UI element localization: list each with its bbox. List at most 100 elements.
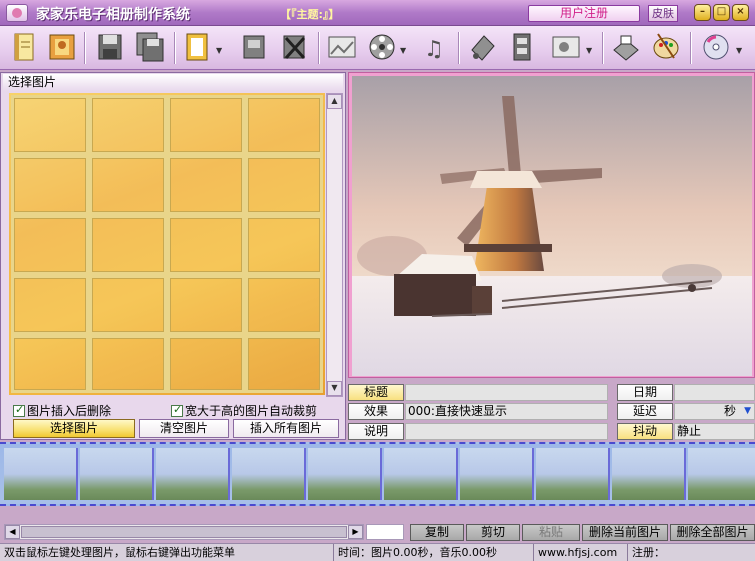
scroll-up-icon[interactable]: ▲: [327, 94, 342, 109]
scroll-left-icon[interactable]: ◀: [5, 525, 20, 539]
select-images-button[interactable]: 选择图片: [13, 419, 135, 438]
edit-image-icon[interactable]: [326, 30, 358, 64]
notebook-icon[interactable]: [8, 30, 40, 64]
title-label[interactable]: 标题: [348, 384, 404, 401]
effect-field[interactable]: 000:直接快速显示: [405, 403, 608, 420]
film-frame[interactable]: [4, 448, 78, 500]
delay-label[interactable]: 延迟: [617, 403, 673, 420]
film-dropdown-icon[interactable]: ▼: [400, 46, 406, 55]
film-frame[interactable]: [612, 448, 686, 500]
filmstrip-horizontal-scrollbar[interactable]: ◀ ▶: [4, 524, 364, 540]
stamp-icon[interactable]: [466, 30, 498, 64]
frame-dropdown-icon[interactable]: ▼: [216, 46, 222, 55]
frame-icon[interactable]: [182, 30, 214, 64]
register-button[interactable]: 用户注册: [528, 5, 640, 22]
clear-images-button[interactable]: 清空图片: [139, 419, 229, 438]
checkbox-checked-icon[interactable]: [171, 403, 183, 417]
insert-all-images-button[interactable]: 插入所有图片: [233, 419, 339, 438]
music-notes-icon[interactable]: ♫: [420, 30, 452, 64]
image-slot[interactable]: [167, 335, 245, 393]
shake-field[interactable]: 静止: [674, 423, 755, 440]
toolbar-separator: [174, 32, 176, 64]
app-logo-icon[interactable]: [6, 4, 28, 22]
image-slot[interactable]: [89, 215, 167, 275]
scrollbar-thumb[interactable]: [21, 526, 347, 538]
image-slot[interactable]: [245, 275, 323, 335]
auto-crop-checkbox[interactable]: 宽大于高的图片自动裁剪: [171, 402, 317, 418]
paste-button[interactable]: 粘贴: [522, 524, 580, 541]
save-icon[interactable]: [94, 30, 126, 64]
image-grid[interactable]: [9, 93, 325, 395]
svg-text:♫: ♫: [424, 37, 444, 62]
cut-button[interactable]: 剪切: [466, 524, 520, 541]
effect-label[interactable]: 效果: [348, 403, 404, 420]
filmstrip[interactable]: [0, 442, 755, 506]
status-website: www.hfjsj.com: [534, 544, 628, 561]
image-slot[interactable]: [11, 155, 89, 215]
description-label[interactable]: 说明: [348, 423, 404, 440]
copy-button[interactable]: 复制: [410, 524, 464, 541]
save-as-icon[interactable]: [134, 30, 166, 64]
delay-dropdown-icon[interactable]: ▼: [744, 404, 751, 419]
delay-unit: 秒: [723, 404, 736, 418]
delete-current-image-button[interactable]: 删除当前图片: [582, 524, 668, 541]
disk-add-icon[interactable]: [238, 30, 270, 64]
film-frame[interactable]: [80, 448, 154, 500]
checkbox-checked-icon[interactable]: [13, 403, 25, 417]
image-slot[interactable]: [89, 275, 167, 335]
film-frame[interactable]: [460, 448, 534, 500]
image-slot[interactable]: [89, 95, 167, 155]
position-box: [366, 524, 404, 540]
image-slot[interactable]: [167, 155, 245, 215]
paint-palette-icon[interactable]: [650, 30, 682, 64]
date-label[interactable]: 日期: [617, 384, 673, 401]
film-reel-icon[interactable]: [366, 30, 398, 64]
film-settings-icon[interactable]: [506, 30, 538, 64]
date-field[interactable]: [674, 384, 755, 401]
scroll-right-icon[interactable]: ▶: [348, 525, 363, 539]
image-slot[interactable]: [167, 275, 245, 335]
image-slot[interactable]: [11, 335, 89, 393]
preview-frame: [348, 72, 755, 378]
toolbar-separator: [690, 32, 692, 64]
image-slot[interactable]: [245, 95, 323, 155]
image-slot[interactable]: [11, 95, 89, 155]
image-slot[interactable]: [89, 335, 167, 393]
image-slot[interactable]: [245, 155, 323, 215]
film-frame[interactable]: [232, 448, 306, 500]
cd-dropdown-icon[interactable]: ▼: [736, 46, 742, 55]
minimize-icon[interactable]: –: [694, 4, 711, 21]
printer-icon[interactable]: [610, 30, 642, 64]
toolbar-separator: [602, 32, 604, 64]
scroll-down-icon[interactable]: ▼: [327, 381, 342, 396]
delay-field[interactable]: 秒 ▼: [674, 403, 755, 420]
close-icon[interactable]: ×: [732, 4, 749, 21]
disk-delete-icon[interactable]: [278, 30, 310, 64]
select-images-panel: 选择图片 ▲ ▼ 图片插入后删除 宽大于高的图片自动裁剪 选择图片 清空图片 插…: [0, 72, 346, 440]
description-field[interactable]: [405, 423, 608, 440]
photo-album-icon[interactable]: [46, 30, 78, 64]
film-frame[interactable]: [688, 448, 755, 500]
image-slot[interactable]: [89, 155, 167, 215]
image-slot[interactable]: [167, 215, 245, 275]
image-slot[interactable]: [11, 275, 89, 335]
delete-after-insert-checkbox[interactable]: 图片插入后删除: [13, 402, 111, 418]
grid-vertical-scrollbar[interactable]: ▲ ▼: [326, 93, 343, 397]
preview-image[interactable]: [352, 76, 752, 376]
title-field[interactable]: [405, 384, 608, 401]
image-slot[interactable]: [11, 215, 89, 275]
cd-burn-icon[interactable]: [700, 30, 732, 64]
film-frame[interactable]: [308, 448, 382, 500]
film-frame[interactable]: [156, 448, 230, 500]
image-slot[interactable]: [167, 95, 245, 155]
projector-icon[interactable]: [550, 30, 582, 64]
image-slot[interactable]: [245, 215, 323, 275]
image-slot[interactable]: [245, 335, 323, 393]
film-frame[interactable]: [384, 448, 458, 500]
delete-all-images-button[interactable]: 删除全部图片: [670, 524, 755, 541]
film-frame[interactable]: [536, 448, 610, 500]
maximize-icon[interactable]: □: [713, 4, 730, 21]
projector-dropdown-icon[interactable]: ▼: [586, 46, 592, 55]
shake-label[interactable]: 抖动: [617, 423, 673, 440]
skin-button[interactable]: 皮肤: [648, 5, 678, 22]
